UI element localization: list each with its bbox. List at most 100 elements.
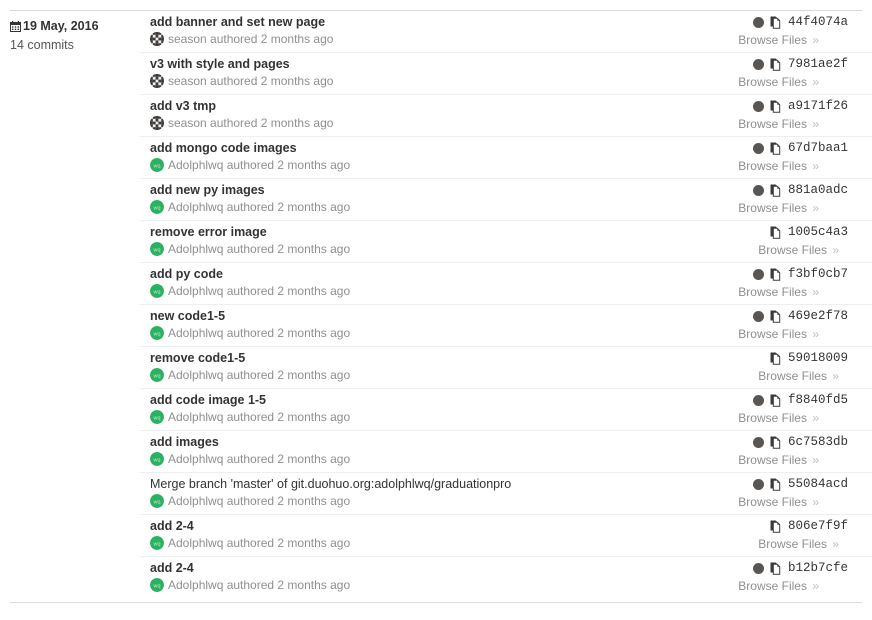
browse-files-link[interactable]: Browse Files » <box>738 33 819 47</box>
commit-sha[interactable]: 881a0adc <box>788 183 848 197</box>
commit-row-actions: 881a0adc Browse Files » <box>582 182 872 222</box>
copy-to-clipboard-icon[interactable] <box>770 268 782 281</box>
author-avatar[interactable]: wq <box>150 200 164 214</box>
committer-avatar[interactable] <box>752 58 764 70</box>
commit-sha[interactable]: 59018009 <box>788 351 848 365</box>
author-avatar[interactable]: wq <box>150 578 164 592</box>
author-avatar[interactable] <box>150 32 164 46</box>
commit-sha-line: 6c7583db <box>752 434 848 450</box>
author-avatar[interactable]: wq <box>150 158 164 172</box>
browse-files-link[interactable]: Browse Files » <box>738 327 819 341</box>
browse-files-link[interactable]: Browse Files » <box>758 243 839 257</box>
commit-row[interactable]: add banner and set new page season autho… <box>140 11 872 53</box>
commit-sha[interactable]: 6c7583db <box>788 435 848 449</box>
browse-files-link[interactable]: Browse Files » <box>738 453 819 467</box>
committer-avatar[interactable] <box>752 268 764 280</box>
commit-row[interactable]: add py code wq Adolphlwq authored 2 month… <box>140 263 872 305</box>
copy-to-clipboard-icon[interactable] <box>770 562 782 575</box>
browse-files-link[interactable]: Browse Files » <box>758 369 839 383</box>
commit-list: add banner and set new page season autho… <box>140 11 872 599</box>
copy-to-clipboard-icon[interactable] <box>770 100 782 113</box>
committer-avatar[interactable] <box>752 394 764 406</box>
copy-to-clipboard-icon[interactable] <box>770 16 782 29</box>
commit-row[interactable]: add 2-4 wq Adolphlwq authored 2 months ag… <box>140 515 872 557</box>
commit-sha[interactable]: 469e2f78 <box>788 309 848 323</box>
browse-files-label: Browse Files <box>738 285 811 299</box>
committer-avatar[interactable] <box>752 142 764 154</box>
commit-sha[interactable]: 67d7baa1 <box>788 141 848 155</box>
committer-avatar[interactable] <box>752 310 764 322</box>
commit-row[interactable]: Merge branch 'master' of git.duohuo.org:… <box>140 473 872 515</box>
commit-row[interactable]: add 2-4 wq Adolphlwq authored 2 months ag… <box>140 557 872 599</box>
committer-avatar[interactable] <box>752 184 764 196</box>
committer-avatar[interactable] <box>752 436 764 448</box>
copy-to-clipboard-icon[interactable] <box>770 310 782 323</box>
commit-row-actions: 806e7f9f Browse Files » <box>582 518 872 558</box>
author-avatar[interactable]: wq <box>150 284 164 298</box>
commit-row[interactable]: add images wq Adolphlwq authored 2 months… <box>140 431 872 473</box>
author-avatar[interactable]: wq <box>150 410 164 424</box>
committer-avatar-placeholder <box>753 521 764 532</box>
browse-files-link[interactable]: Browse Files » <box>738 411 819 425</box>
copy-to-clipboard-icon[interactable] <box>770 352 782 365</box>
commit-row[interactable]: add v3 tmp season authored 2 months ago … <box>140 95 872 137</box>
commit-row[interactable]: add mongo code images wq Adolphlwq author… <box>140 137 872 179</box>
commit-sha[interactable]: f8840fd5 <box>788 393 848 407</box>
commit-sha[interactable]: 1005c4a3 <box>788 225 848 239</box>
commit-author-meta: Adolphlwq authored 2 months ago <box>168 536 351 550</box>
browse-files-link[interactable]: Browse Files » <box>738 285 819 299</box>
copy-to-clipboard-icon[interactable] <box>770 394 782 407</box>
commit-row[interactable]: add code image 1-5 wq Adolphlwq authored … <box>140 389 872 431</box>
commit-sha[interactable]: b12b7cfe <box>788 561 848 575</box>
commit-sha[interactable]: f3bf0cb7 <box>788 267 848 281</box>
browse-files-link[interactable]: Browse Files » <box>738 117 819 131</box>
commit-sha-line: 59018009 <box>753 350 848 366</box>
browse-files-link[interactable]: Browse Files » <box>738 579 819 593</box>
browse-files-label: Browse Files <box>738 495 811 509</box>
chevron-right-icon: » <box>832 537 839 551</box>
copy-to-clipboard-icon[interactable] <box>770 184 782 197</box>
author-avatar[interactable]: wq <box>150 494 164 508</box>
copy-to-clipboard-icon[interactable] <box>770 142 782 155</box>
copy-to-clipboard-icon[interactable] <box>770 436 782 449</box>
chevron-right-icon: » <box>832 369 839 383</box>
committer-avatar[interactable] <box>752 478 764 490</box>
browse-files-label: Browse Files <box>738 411 811 425</box>
commit-sha-line: b12b7cfe <box>752 560 848 576</box>
author-avatar[interactable]: wq <box>150 326 164 340</box>
browse-files-link[interactable]: Browse Files » <box>738 75 819 89</box>
commit-row[interactable]: v3 with style and pages season authored … <box>140 53 872 95</box>
copy-to-clipboard-icon[interactable] <box>770 478 782 491</box>
browse-files-link[interactable]: Browse Files » <box>738 159 819 173</box>
author-avatar[interactable]: wq <box>150 452 164 466</box>
commit-sha[interactable]: a9171f26 <box>788 99 848 113</box>
copy-to-clipboard-icon[interactable] <box>770 226 782 239</box>
commit-sha[interactable]: 44f4074a <box>788 15 848 29</box>
author-avatar[interactable] <box>150 116 164 130</box>
commit-sha[interactable]: 7981ae2f <box>788 57 848 71</box>
commit-sha[interactable]: 806e7f9f <box>788 519 848 533</box>
browse-files-link[interactable]: Browse Files » <box>738 495 819 509</box>
author-avatar[interactable] <box>150 74 164 88</box>
svg-text:wq: wq <box>153 331 161 337</box>
commit-group-date-label: 19 May, 2016 <box>23 19 99 33</box>
browse-files-link[interactable]: Browse Files » <box>758 537 839 551</box>
commit-row[interactable]: remove error image wq Adolphlwq authored … <box>140 221 872 263</box>
commit-author-meta: Adolphlwq authored 2 months ago <box>168 578 351 592</box>
commit-sha-line: f8840fd5 <box>752 392 848 408</box>
commit-sha[interactable]: 55084acd <box>788 477 848 491</box>
copy-to-clipboard-icon[interactable] <box>770 520 782 533</box>
browse-files-link[interactable]: Browse Files » <box>738 201 819 215</box>
commit-author-meta: Adolphlwq authored 2 months ago <box>168 368 351 382</box>
committer-avatar[interactable] <box>752 562 764 574</box>
copy-to-clipboard-icon[interactable] <box>770 58 782 71</box>
commit-row[interactable]: remove code1-5 wq Adolphlwq authored 2 mo… <box>140 347 872 389</box>
commit-row[interactable]: new code1-5 wq Adolphlwq authored 2 month… <box>140 305 872 347</box>
committer-avatar[interactable] <box>752 16 764 28</box>
chevron-right-icon: » <box>812 579 819 593</box>
author-avatar[interactable]: wq <box>150 242 164 256</box>
committer-avatar[interactable] <box>752 100 764 112</box>
author-avatar[interactable]: wq <box>150 368 164 382</box>
commit-row[interactable]: add new py images wq Adolphlwq authored 2… <box>140 179 872 221</box>
author-avatar[interactable]: wq <box>150 536 164 550</box>
